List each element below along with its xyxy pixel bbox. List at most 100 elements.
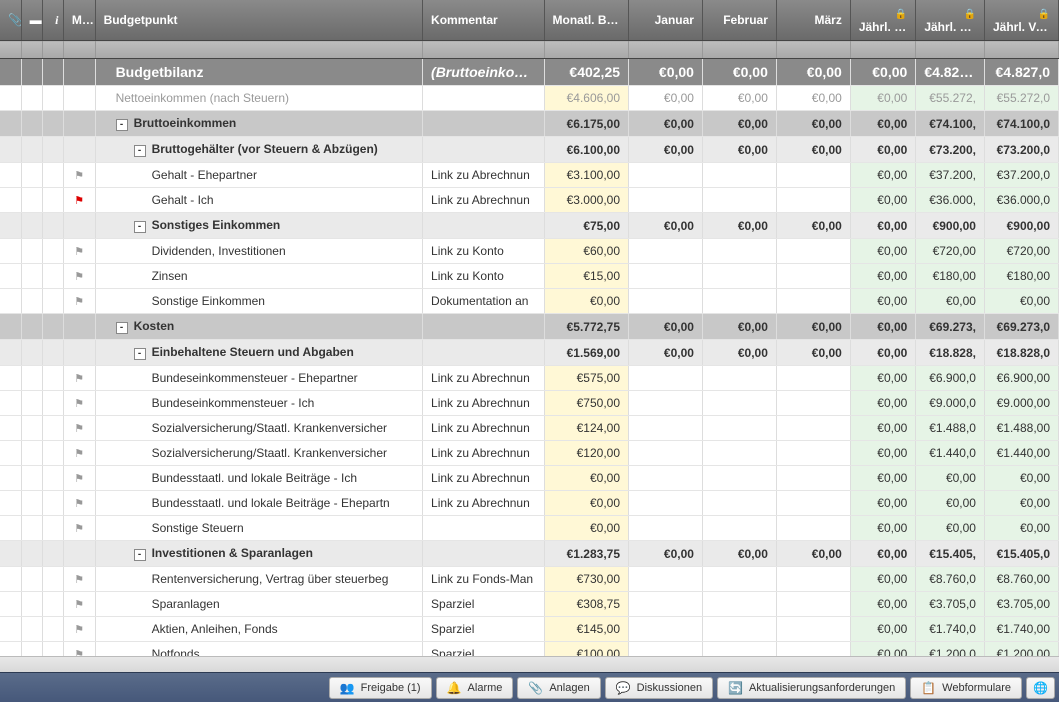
diskussionen-button[interactable]: 💬Diskussionen [605, 677, 713, 699]
cell-jbudget[interactable]: €1.440,0 [916, 441, 985, 466]
table-row[interactable]: ⚑Aktien, Anleihen, FondsSparziel€145,00€… [0, 617, 1059, 642]
cell-name[interactable]: Aktien, Anleihen, Fonds [95, 617, 422, 642]
cell-name[interactable]: Gehalt - Ich [95, 188, 422, 213]
cell-name[interactable]: Bundesstaatl. und lokale Beiträge - Ehep… [95, 491, 422, 516]
table-row[interactable]: ⚑Bundeseinkommensteuer - IchLink zu Abre… [0, 391, 1059, 416]
cell-mar[interactable]: €0,00 [776, 314, 850, 340]
alarme-button[interactable]: 🔔Alarme [436, 677, 514, 699]
cell-jbudget[interactable]: €18.828, [916, 340, 985, 366]
cell-jbudget[interactable]: €0,00 [916, 491, 985, 516]
cell-jan[interactable] [629, 516, 703, 541]
cell-jbudget[interactable]: €180,00 [916, 264, 985, 289]
cell-varianz[interactable]: €9.000,00 [984, 391, 1058, 416]
flag-icon[interactable]: ⚑ [74, 373, 84, 385]
flag-icon[interactable]: ⚑ [74, 498, 84, 510]
cell-gesamt[interactable]: €0,00 [850, 239, 915, 264]
cell-monatl[interactable]: €6.100,00 [544, 137, 629, 163]
cell-gesamt[interactable]: €0,00 [850, 289, 915, 314]
cell-jbudget[interactable]: €900,00 [916, 213, 985, 239]
cell-varianz[interactable]: €0,00 [984, 466, 1058, 491]
table-row[interactable]: ⚑Sozialversicherung/Staatl. Krankenversi… [0, 416, 1059, 441]
publish-button[interactable]: 🌐 [1026, 677, 1055, 699]
cell-gesamt[interactable]: €0,00 [850, 416, 915, 441]
cell-monatl[interactable]: €124,00 [544, 416, 629, 441]
cell-varianz[interactable]: €6.900,00 [984, 366, 1058, 391]
cell-comment[interactable] [423, 314, 544, 340]
cell-gesamt[interactable]: €0,00 [850, 188, 915, 213]
cell-gesamt[interactable]: €0,00 [850, 491, 915, 516]
cell-jan[interactable]: €0,00 [629, 340, 703, 366]
cell-feb[interactable] [702, 567, 776, 592]
cell-name[interactable]: -Bruttoeinkommen [95, 111, 422, 137]
cell-feb[interactable] [702, 441, 776, 466]
table-row[interactable]: ⚑Dividenden, InvestitionenLink zu Konto€… [0, 239, 1059, 264]
col-m[interactable]: M… [63, 0, 95, 41]
cell-gesamt[interactable]: €0,00 [850, 86, 915, 111]
cell-name[interactable]: Bundeseinkommensteuer - Ich [95, 391, 422, 416]
flag-icon[interactable]: ⚑ [74, 246, 84, 258]
cell-gesamt[interactable]: €0,00 [850, 111, 915, 137]
cell-jan[interactable] [629, 264, 703, 289]
cell-jan[interactable]: €0,00 [629, 137, 703, 163]
col-jaehrl-varianz[interactable]: 🔒Jährl. Varianz [984, 0, 1058, 41]
flag-icon[interactable]: ⚑ [74, 574, 84, 586]
cell-monatl[interactable]: €145,00 [544, 617, 629, 642]
cell-comment[interactable] [423, 137, 544, 163]
cell-name[interactable]: Sparanlagen [95, 592, 422, 617]
cell-comment[interactable]: Link zu Abrechnun [423, 416, 544, 441]
cell-comment[interactable]: Sparziel [423, 617, 544, 642]
cell-jan[interactable] [629, 366, 703, 391]
table-row[interactable]: ⚑NotfondsSparziel€100,00€0,00€1.200,0€1.… [0, 642, 1059, 657]
webformulare-button[interactable]: 📋Webformulare [910, 677, 1022, 699]
cell-mar[interactable] [776, 567, 850, 592]
cell-feb[interactable]: €0,00 [702, 86, 776, 111]
cell-feb[interactable] [702, 617, 776, 642]
cell-jbudget[interactable]: €0,00 [916, 466, 985, 491]
cell-name[interactable]: Sozialversicherung/Staatl. Krankenversic… [95, 416, 422, 441]
cell-comment[interactable] [423, 213, 544, 239]
cell-mar[interactable] [776, 264, 850, 289]
cell-jan[interactable] [629, 441, 703, 466]
cell-jbudget[interactable]: €1.200,0 [916, 642, 985, 657]
table-row[interactable]: ⚑ZinsenLink zu Konto€15,00€0,00€180,00€1… [0, 264, 1059, 289]
cell-name[interactable]: Notfonds [95, 642, 422, 657]
cell-jbudget[interactable]: €9.000,0 [916, 391, 985, 416]
col-januar[interactable]: Januar [629, 0, 703, 41]
cell-jan[interactable] [629, 188, 703, 213]
cell-monatl[interactable]: €3.000,00 [544, 188, 629, 213]
row-budgetbilanz[interactable]: Budgetbilanz (Bruttoeinkommen €402,25 €0… [0, 59, 1059, 86]
cell-jbudget[interactable]: €720,00 [916, 239, 985, 264]
cell-gesamt[interactable]: €0,00 [850, 314, 915, 340]
flag-icon[interactable]: ⚑ [74, 599, 84, 611]
cell-gesamt[interactable]: €0,00 [850, 366, 915, 391]
cell-feb[interactable] [702, 366, 776, 391]
col-monatl-budget[interactable]: Monatl. Budget [544, 0, 629, 41]
cell-mar[interactable] [776, 642, 850, 657]
cell-gesamt[interactable]: €0,00 [850, 567, 915, 592]
col-maerz[interactable]: März [776, 0, 850, 41]
table-row[interactable]: ⚑Bundeseinkommensteuer - EhepartnerLink … [0, 366, 1059, 391]
cell-comment[interactable]: Sparziel [423, 642, 544, 657]
cell-varianz[interactable]: €1.200,00 [984, 642, 1058, 657]
horizontal-scrollbar[interactable] [0, 656, 1059, 672]
cell-name[interactable]: -Sonstiges Einkommen [95, 213, 422, 239]
cell-jan[interactable] [629, 592, 703, 617]
cell-monatl[interactable]: €750,00 [544, 391, 629, 416]
cell-comment[interactable]: Link zu Abrechnun [423, 491, 544, 516]
cell-feb[interactable] [702, 491, 776, 516]
cell-name[interactable]: -Bruttogehälter (vor Steuern & Abzügen) [95, 137, 422, 163]
cell-varianz[interactable]: €1.440,00 [984, 441, 1058, 466]
cell-varianz[interactable]: €8.760,00 [984, 567, 1058, 592]
cell-comment[interactable]: Link zu Abrechnun [423, 188, 544, 213]
cell-comment[interactable]: Link zu Abrechnun [423, 466, 544, 491]
flag-icon[interactable]: ⚑ [74, 170, 84, 182]
cell-feb[interactable]: €0,00 [702, 111, 776, 137]
cell-monatl[interactable]: €75,00 [544, 213, 629, 239]
cell-name[interactable]: Dividenden, Investitionen [95, 239, 422, 264]
collapse-toggle[interactable]: - [134, 221, 146, 233]
cell-comment[interactable] [423, 340, 544, 366]
cell-gesamt[interactable]: €0,00 [850, 516, 915, 541]
cell-comment[interactable] [423, 516, 544, 541]
cell-feb[interactable] [702, 163, 776, 188]
cell-jbudget[interactable]: €37.200, [916, 163, 985, 188]
